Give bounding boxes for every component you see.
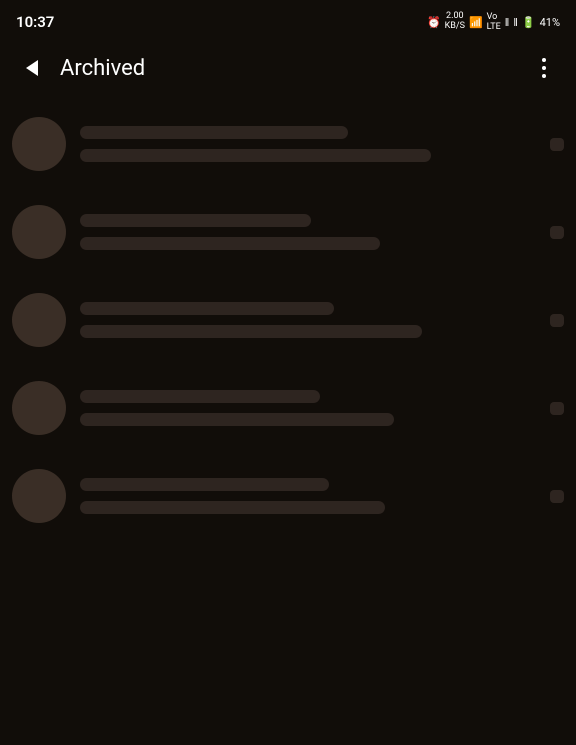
chat-title-line <box>80 126 348 139</box>
chat-subtitle-line <box>80 237 380 250</box>
chat-title-line <box>80 478 329 491</box>
avatar <box>12 293 66 347</box>
chat-content <box>80 214 542 250</box>
chat-content <box>80 478 542 514</box>
three-dots-icon <box>542 58 546 78</box>
avatar <box>12 469 66 523</box>
list-item[interactable] <box>0 188 576 276</box>
chat-title-line <box>80 302 334 315</box>
meta-time-line <box>550 314 564 327</box>
back-button[interactable] <box>12 48 52 88</box>
back-arrow-icon <box>26 60 38 76</box>
data-speed: 2.00KB/S <box>445 12 465 32</box>
chat-subtitle-line <box>80 325 422 338</box>
chat-subtitle-line <box>80 149 431 162</box>
list-item[interactable] <box>0 276 576 364</box>
chat-content <box>80 302 542 338</box>
meta-time-line <box>550 138 564 151</box>
battery-icon: 🔋 <box>522 16 536 29</box>
avatar <box>12 205 66 259</box>
more-options-button[interactable] <box>524 48 564 88</box>
meta-time-line <box>550 226 564 239</box>
chat-subtitle-line <box>80 501 385 514</box>
chat-list <box>0 96 576 544</box>
chat-meta <box>550 138 564 151</box>
status-time: 10:37 <box>16 13 54 31</box>
battery-percent: 41% <box>540 16 560 29</box>
chat-title-line <box>80 214 311 227</box>
chat-content <box>80 390 542 426</box>
chat-title-line <box>80 390 320 403</box>
chat-meta <box>550 402 564 415</box>
chat-meta <box>550 490 564 503</box>
volte-icon: VoLTE <box>487 12 501 32</box>
list-item[interactable] <box>0 100 576 188</box>
chat-meta <box>550 226 564 239</box>
chat-content <box>80 126 542 162</box>
avatar <box>12 381 66 435</box>
alarm-icon: ⏰ <box>427 16 441 29</box>
avatar <box>12 117 66 171</box>
signal-icon-2: ‖ <box>513 16 518 29</box>
signal-icon-1: ‖ <box>505 16 510 29</box>
wifi-icon: 📶 <box>469 16 483 29</box>
chat-subtitle-line <box>80 413 394 426</box>
chat-meta <box>550 314 564 327</box>
list-item[interactable] <box>0 364 576 452</box>
status-bar: 10:37 ⏰ 2.00KB/S 📶 VoLTE ‖ ‖ 🔋 41% <box>0 0 576 40</box>
meta-time-line <box>550 490 564 503</box>
page-title: Archived <box>52 56 524 81</box>
app-bar: Archived <box>0 40 576 96</box>
meta-time-line <box>550 402 564 415</box>
status-icons: ⏰ 2.00KB/S 📶 VoLTE ‖ ‖ 🔋 41% <box>427 12 560 32</box>
list-item[interactable] <box>0 452 576 540</box>
